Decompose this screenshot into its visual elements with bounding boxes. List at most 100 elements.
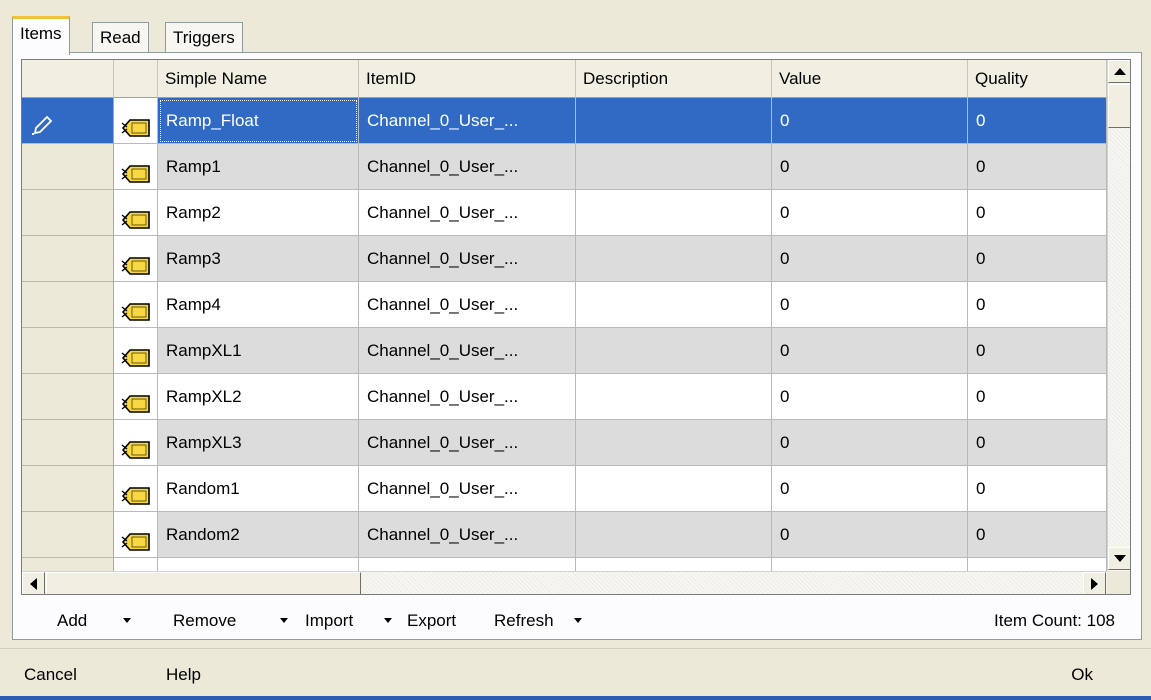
import-button[interactable]: Import xyxy=(305,609,353,633)
row-header[interactable] xyxy=(22,190,114,236)
cell-quality[interactable]: 0 xyxy=(968,328,1107,374)
vertical-scroll-thumb[interactable] xyxy=(1108,84,1130,128)
scroll-right-button[interactable] xyxy=(1083,572,1106,594)
vertical-scrollbar[interactable] xyxy=(1107,60,1130,571)
cell-simple-name[interactable]: RampXL1 xyxy=(158,328,359,374)
cell-itemid[interactable]: Channel_0_User_... xyxy=(359,374,576,420)
horizontal-scroll-thumb[interactable] xyxy=(46,572,361,594)
cell-quality[interactable]: 0 xyxy=(968,190,1107,236)
row-header[interactable] xyxy=(22,512,114,558)
col-header-simple-name[interactable]: Simple Name xyxy=(158,60,359,98)
horizontal-scrollbar[interactable] xyxy=(22,571,1107,594)
help-button[interactable]: Help xyxy=(166,663,201,687)
cell-description[interactable] xyxy=(576,282,772,328)
cell-description[interactable] xyxy=(576,374,772,420)
cell-itemid[interactable]: Channel_0_User_... xyxy=(359,190,576,236)
cell-value[interactable]: 0 xyxy=(772,512,968,558)
tab-read[interactable]: Read xyxy=(92,22,149,54)
cell-quality[interactable]: 0 xyxy=(968,236,1107,282)
cell-description[interactable] xyxy=(576,512,772,558)
cell-quality[interactable]: 0 xyxy=(968,374,1107,420)
table-row[interactable]: RampXL3 Channel_0_User_... 0 0 xyxy=(22,420,1107,466)
refresh-dropdown[interactable] xyxy=(574,609,582,633)
cell-simple-name[interactable]: Ramp2 xyxy=(158,190,359,236)
cell-value[interactable]: 0 xyxy=(772,420,968,466)
cell-value[interactable]: 0 xyxy=(772,374,968,420)
cell-quality[interactable]: 0 xyxy=(968,420,1107,466)
table-row[interactable]: Random2 Channel_0_User_... 0 0 xyxy=(22,512,1107,558)
col-header-value[interactable]: Value xyxy=(772,60,968,98)
cell-itemid[interactable]: Channel_0_User_... xyxy=(359,558,576,571)
cell-description[interactable] xyxy=(576,558,772,571)
cell-itemid[interactable]: Channel_0_User_... xyxy=(359,466,576,512)
row-header[interactable] xyxy=(22,374,114,420)
export-button[interactable]: Export xyxy=(407,609,456,633)
cell-simple-name[interactable]: RampXL2 xyxy=(158,374,359,420)
cell-description[interactable] xyxy=(576,328,772,374)
cell-quality[interactable]: 0 xyxy=(968,144,1107,190)
cell-quality[interactable]: 0 xyxy=(968,98,1107,144)
row-header[interactable] xyxy=(22,328,114,374)
cell-simple-name[interactable]: Ramp4 xyxy=(158,282,359,328)
row-header[interactable] xyxy=(22,420,114,466)
cell-simple-name[interactable]: Random1 xyxy=(158,466,359,512)
cell-simple-name[interactable]: Ramp3 xyxy=(158,236,359,282)
cell-simple-name[interactable]: Random3 xyxy=(158,558,359,571)
row-header[interactable] xyxy=(22,144,114,190)
table-row[interactable]: Random3Channel_0_User_... 00 xyxy=(22,558,1107,571)
row-header[interactable] xyxy=(22,466,114,512)
col-header-itemid[interactable]: ItemID xyxy=(359,60,576,98)
cell-value[interactable]: 0 xyxy=(772,190,968,236)
row-header[interactable] xyxy=(22,98,114,144)
cell-quality[interactable]: 0 xyxy=(968,558,1107,571)
table-row[interactable]: RampXL1 Channel_0_User_... 0 0 xyxy=(22,328,1107,374)
cell-itemid[interactable]: Channel_0_User_... xyxy=(359,282,576,328)
import-dropdown[interactable] xyxy=(384,609,392,633)
cell-simple-name[interactable]: Random2 xyxy=(158,512,359,558)
cell-itemid[interactable]: Channel_0_User_... xyxy=(359,236,576,282)
cell-itemid[interactable]: Channel_0_User_... xyxy=(359,98,576,144)
remove-dropdown[interactable] xyxy=(280,609,288,633)
scroll-left-button[interactable] xyxy=(22,572,45,594)
cell-description[interactable] xyxy=(576,466,772,512)
cell-itemid[interactable]: Channel_0_User_... xyxy=(359,144,576,190)
cell-simple-name[interactable]: RampXL3 xyxy=(158,420,359,466)
tab-triggers[interactable]: Triggers xyxy=(165,22,243,54)
cell-value[interactable]: 0 xyxy=(772,466,968,512)
table-row[interactable]: Ramp1 Channel_0_User_... 0 0 xyxy=(22,144,1107,190)
cell-value[interactable]: 0 xyxy=(772,282,968,328)
cell-quality[interactable]: 0 xyxy=(968,282,1107,328)
cell-description[interactable] xyxy=(576,236,772,282)
cell-value[interactable]: 0 xyxy=(772,144,968,190)
table-row[interactable]: Ramp_Float Channel_0_User_... 0 0 xyxy=(22,98,1107,144)
scroll-up-button[interactable] xyxy=(1108,60,1130,83)
col-header-description[interactable]: Description xyxy=(576,60,772,98)
cell-description[interactable] xyxy=(576,190,772,236)
cell-description[interactable] xyxy=(576,420,772,466)
cell-description[interactable] xyxy=(576,144,772,190)
table-row[interactable]: RampXL2 Channel_0_User_... 0 0 xyxy=(22,374,1107,420)
table-row[interactable]: Ramp4 Channel_0_User_... 0 0 xyxy=(22,282,1107,328)
row-header[interactable] xyxy=(22,282,114,328)
cell-itemid[interactable]: Channel_0_User_... xyxy=(359,420,576,466)
ok-button[interactable]: Ok xyxy=(1071,663,1093,687)
cell-simple-name[interactable]: Ramp_Float xyxy=(158,98,359,144)
row-header[interactable] xyxy=(22,236,114,282)
table-row[interactable]: Ramp2 Channel_0_User_... 0 0 xyxy=(22,190,1107,236)
cell-value[interactable]: 0 xyxy=(772,236,968,282)
cancel-button[interactable]: Cancel xyxy=(24,663,77,687)
add-dropdown[interactable] xyxy=(123,609,131,633)
cell-value[interactable]: 0 xyxy=(772,98,968,144)
cell-quality[interactable]: 0 xyxy=(968,512,1107,558)
table-row[interactable]: Random1 Channel_0_User_... 0 0 xyxy=(22,466,1107,512)
cell-quality[interactable]: 0 xyxy=(968,466,1107,512)
tab-items[interactable]: Items xyxy=(12,16,70,55)
refresh-button[interactable]: Refresh xyxy=(494,609,554,633)
cell-value[interactable]: 0 xyxy=(772,558,968,571)
scroll-down-button[interactable] xyxy=(1108,547,1130,570)
remove-button[interactable]: Remove xyxy=(173,609,236,633)
col-header-quality[interactable]: Quality xyxy=(968,60,1107,98)
cell-itemid[interactable]: Channel_0_User_... xyxy=(359,328,576,374)
row-header[interactable] xyxy=(22,558,114,571)
add-button[interactable]: Add xyxy=(57,609,87,633)
